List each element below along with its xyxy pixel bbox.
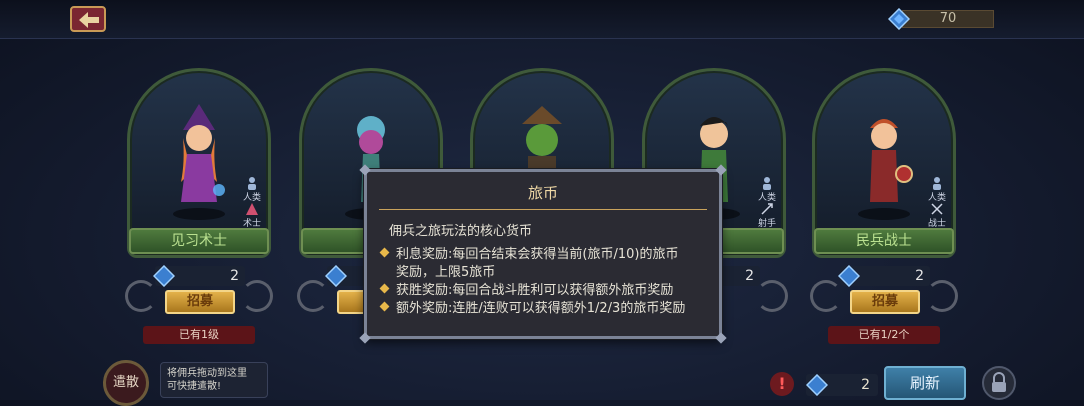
bullet-diamond-icon: [379, 247, 390, 258]
ornament-right: [241, 280, 273, 312]
class-mage-icon: [246, 203, 258, 215]
tooltip-bullet-2: 获胜奖励:每回合战斗胜利可以获得额外旅币奖励: [379, 282, 709, 300]
tooltip-description: 佣兵之旅玩法的核心货币: [389, 224, 533, 239]
bullet-text: 利息奖励:每回合结束会获得当前(旅币/10)的旅币: [396, 247, 679, 262]
price-value: 2: [745, 268, 754, 284]
race-human-icon: [248, 177, 256, 190]
top-bar: 70: [0, 0, 1084, 39]
currency-tooltip: 旅币 佣兵之旅玩法的核心货币 利息奖励:每回合结束会获得当前(旅币/10)的旅币…: [359, 164, 727, 344]
bullet-diamond-icon: [379, 283, 390, 294]
price-box: 2: [838, 265, 930, 287]
hero-name: 见习术士: [129, 228, 269, 254]
bullet-text: 额外奖励:连胜/连败可以获得额外1/2/3的旅币奖励: [396, 301, 686, 316]
recruit-button[interactable]: 招募: [165, 290, 235, 314]
owned-status: 已有1级: [143, 326, 255, 344]
ornament-right: [926, 280, 958, 312]
gem-icon: [888, 8, 910, 30]
hint-line-2: 可快捷遣散!: [167, 381, 222, 392]
recruit-button[interactable]: 招募: [850, 290, 920, 314]
tooltip-bullet-3: 额外奖励:连胜/连败可以获得额外1/2/3的旅币奖励: [379, 300, 709, 318]
bullet-text: 获胜奖励:每回合战斗胜利可以获得额外旅币奖励: [396, 283, 674, 298]
tooltip-bullet-1: 利息奖励:每回合结束会获得当前(旅币/10)的旅币 奖励，上限5旅币: [379, 246, 709, 282]
hero-card-1[interactable]: 人类 术士 见习术士 2 招募 已有1级: [125, 68, 273, 346]
back-button[interactable]: [70, 6, 106, 32]
gem-icon: [806, 374, 828, 396]
hint-line-1: 将佣兵拖动到这里: [167, 368, 247, 379]
hero-figure-mage: [173, 104, 225, 220]
tooltip-title: 旅币: [527, 184, 558, 202]
bullet-diamond-icon: [379, 301, 390, 312]
race-human-icon: [763, 177, 771, 190]
hero-figure-warrior: [858, 119, 913, 220]
tag-class: 射手: [756, 202, 778, 229]
refresh-cost-value: 2: [861, 377, 870, 393]
alert-icon: !: [770, 372, 794, 396]
hero-card-5[interactable]: 人类 战士 民兵战士 2 招募 已有1/2个: [810, 68, 958, 346]
class-archer-icon: [761, 203, 773, 215]
class-warrior-icon: [931, 203, 943, 215]
dismiss-hint: 将佣兵拖动到这里 可快捷遣散!: [160, 362, 268, 398]
tag-race: 人类: [756, 176, 778, 203]
tag-class: 术士: [241, 202, 263, 229]
tag-class: 战士: [926, 202, 948, 229]
price-value: 2: [915, 268, 924, 284]
bullet-text-cont: 奖励，上限5旅币: [396, 265, 496, 280]
back-arrow-icon: [79, 12, 99, 28]
currency-display: 70: [888, 8, 994, 30]
tag-race: 人类: [241, 176, 263, 203]
owned-status: 已有1/2个: [828, 326, 940, 344]
price-value: 2: [230, 268, 239, 284]
hero-name: 民兵战士: [814, 228, 954, 254]
refresh-cost: 2: [806, 374, 878, 396]
gem-icon: [325, 265, 347, 287]
lock-button[interactable]: [982, 366, 1016, 400]
price-box: 2: [153, 265, 245, 287]
lock-icon: [992, 372, 1006, 392]
tag-race: 人类: [926, 176, 948, 203]
gem-icon: [153, 265, 175, 287]
race-human-icon: [933, 177, 941, 190]
currency-value: 70: [939, 11, 957, 26]
tooltip-divider: [379, 209, 707, 210]
refresh-button[interactable]: 刷新: [884, 366, 966, 400]
gem-icon: [838, 265, 860, 287]
dismiss-button[interactable]: 遣散: [103, 360, 149, 406]
ornament-right: [756, 280, 788, 312]
